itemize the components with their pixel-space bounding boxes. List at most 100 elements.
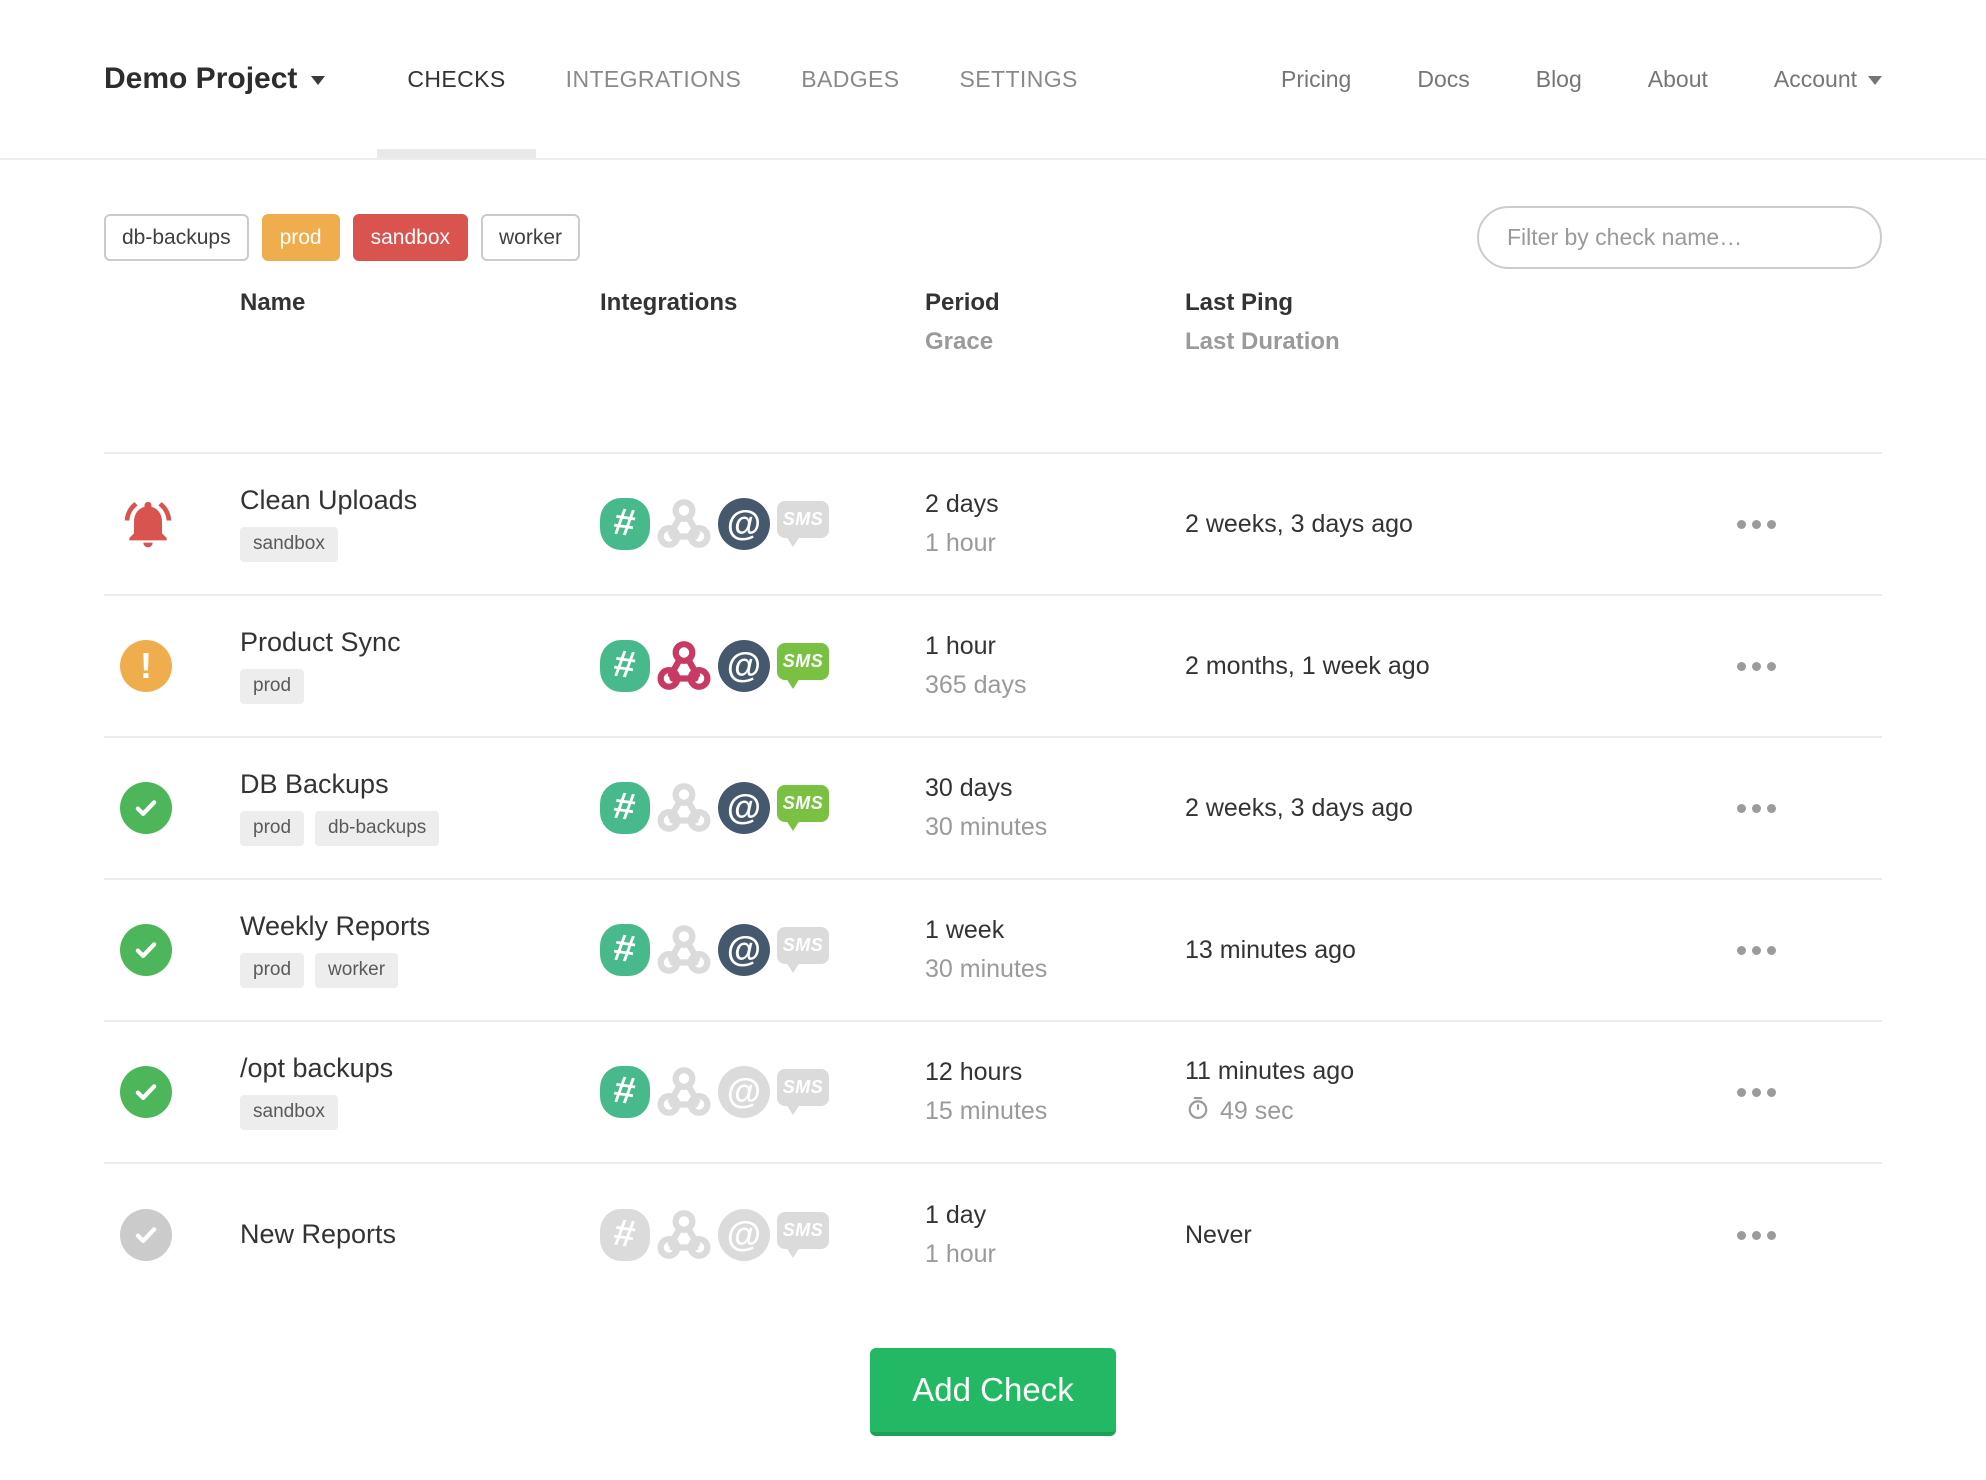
check-row[interactable]: ! /opt backups sandbox # @ SMS 12 hours …	[104, 1022, 1882, 1164]
project-name: Demo Project	[104, 62, 298, 95]
project-switcher[interactable]: Demo Project	[104, 0, 326, 158]
nav-links: Pricing Docs Blog About Account	[1281, 0, 1882, 158]
check-tag-list: sandbox	[240, 527, 600, 563]
check-name-cell: Weekly Reports prod worker	[240, 911, 600, 989]
check-integrations: # @ SMS	[600, 497, 925, 551]
check-last-ping-cell: Never	[1185, 1221, 1675, 1250]
slack-icon: #	[600, 924, 650, 976]
row-menu-button[interactable]	[1735, 1223, 1778, 1248]
last-ping-value: 13 minutes ago	[1185, 935, 1356, 964]
period-value: 30 days	[925, 774, 1013, 802]
row-menu-button[interactable]	[1735, 938, 1778, 963]
tag-filter-sandbox[interactable]: sandbox	[352, 213, 469, 262]
check-menu-cell	[1675, 796, 1882, 821]
column-header-last-duration: Last Duration	[1185, 328, 1340, 355]
tag-filter-worker[interactable]: worker	[481, 213, 581, 262]
tab-integrations[interactable]: INTEGRATIONS	[536, 0, 772, 158]
slack-icon: #	[600, 1066, 650, 1118]
nav-link-blog[interactable]: Blog	[1536, 66, 1582, 93]
sms-icon: SMS	[777, 782, 829, 834]
webhook-icon	[657, 923, 711, 977]
account-menu[interactable]: Account	[1774, 66, 1882, 93]
check-menu-cell	[1675, 1080, 1882, 1105]
webhook-icon	[657, 1208, 711, 1262]
caret-down-icon	[1868, 75, 1882, 92]
row-menu-button[interactable]	[1735, 796, 1778, 821]
check-name[interactable]: Product Sync	[240, 627, 600, 658]
check-tag: prod	[240, 953, 305, 989]
check-tag: prod	[240, 669, 305, 705]
sms-icon: SMS	[777, 924, 829, 976]
row-menu-button[interactable]	[1735, 1080, 1778, 1105]
last-ping-value: Never	[1185, 1220, 1252, 1249]
tab-badges[interactable]: BADGES	[771, 0, 929, 158]
table-header: Name Integrations Period Grace Last Ping…	[104, 269, 1882, 454]
sms-icon: SMS	[777, 498, 829, 550]
tag-filter-prod[interactable]: prod	[261, 213, 340, 262]
grace-value: 30 minutes	[925, 813, 1048, 841]
period-value: 2 days	[925, 490, 999, 518]
check-status: !	[104, 640, 240, 692]
slack-icon: #	[600, 498, 650, 550]
check-integrations: # @ SMS	[600, 1208, 925, 1262]
up-check-icon	[120, 924, 172, 976]
column-header-last-ping: Last Ping Last Duration	[1185, 289, 1675, 452]
check-status: !	[104, 782, 240, 834]
check-name-cell: /opt backups sandbox	[240, 1053, 600, 1131]
grace-value: 30 minutes	[925, 955, 1048, 983]
check-row[interactable]: ! Weekly Reports prod worker # @ SMS 1 we…	[104, 880, 1882, 1022]
check-row[interactable]: ! Clean Uploads sandbox # @ SMS 2 days 1…	[104, 454, 1882, 596]
tab-checks[interactable]: CHECKS	[377, 0, 536, 158]
sms-icon: SMS	[777, 1209, 829, 1261]
check-status: !	[104, 496, 240, 552]
nav-link-docs[interactable]: Docs	[1417, 66, 1469, 93]
column-header-name: Name	[240, 289, 306, 316]
check-integrations: # @ SMS	[600, 781, 925, 835]
check-row[interactable]: ! New Reports # @ SMS 1 day 1 hour Never	[104, 1164, 1882, 1306]
check-status: !	[104, 1209, 240, 1261]
check-tag-list: prod worker	[240, 953, 600, 989]
check-name-filter-input[interactable]	[1477, 206, 1882, 269]
check-integrations: # @ SMS	[600, 1065, 925, 1119]
checks-table: Name Integrations Period Grace Last Ping…	[104, 269, 1882, 1306]
last-ping-value: 2 months, 1 week ago	[1185, 651, 1430, 680]
check-name[interactable]: Weekly Reports	[240, 911, 600, 942]
column-header-integrations: Integrations	[600, 289, 738, 316]
check-name[interactable]: Clean Uploads	[240, 485, 600, 516]
check-menu-cell	[1675, 654, 1882, 679]
email-icon: @	[718, 1209, 770, 1261]
grace-value: 1 hour	[925, 529, 996, 557]
tag-filter-db-backups[interactable]: db-backups	[104, 213, 249, 262]
add-check-area: Add Check	[0, 1348, 1986, 1436]
row-menu-button[interactable]	[1735, 512, 1778, 537]
column-header-grace: Grace	[925, 328, 994, 355]
check-row[interactable]: ! DB Backups prod db-backups # @ SMS 30 d…	[104, 738, 1882, 880]
add-check-button[interactable]: Add Check	[870, 1348, 1116, 1436]
webhook-icon	[657, 781, 711, 835]
tab-settings[interactable]: SETTINGS	[930, 0, 1108, 158]
period-value: 1 day	[925, 1201, 987, 1229]
last-ping-value: 11 minutes ago	[1185, 1056, 1355, 1085]
nav-link-about[interactable]: About	[1648, 66, 1708, 93]
check-name-cell: New Reports	[240, 1219, 600, 1250]
row-menu-button[interactable]	[1735, 654, 1778, 679]
email-icon: @	[718, 498, 770, 550]
slack-icon: #	[600, 1209, 650, 1261]
up-check-icon	[120, 1066, 172, 1118]
check-status: !	[104, 1066, 240, 1118]
check-tag-list: prod	[240, 669, 600, 705]
check-name[interactable]: New Reports	[240, 1219, 600, 1250]
alert-bell-icon	[120, 496, 176, 552]
check-name[interactable]: /opt backups	[240, 1053, 600, 1084]
check-menu-cell	[1675, 512, 1882, 537]
check-integrations: # @ SMS	[600, 639, 925, 693]
email-icon: @	[718, 1066, 770, 1118]
check-menu-cell	[1675, 938, 1882, 963]
check-period-cell: 12 hours 15 minutes	[925, 1058, 1185, 1126]
check-last-ping-cell: 2 weeks, 3 days ago	[1185, 510, 1675, 539]
check-name[interactable]: DB Backups	[240, 769, 600, 800]
email-icon: @	[718, 782, 770, 834]
check-menu-cell	[1675, 1223, 1882, 1248]
nav-link-pricing[interactable]: Pricing	[1281, 66, 1351, 93]
check-row[interactable]: ! Product Sync prod # @ SMS 1 hour 365 d…	[104, 596, 1882, 738]
